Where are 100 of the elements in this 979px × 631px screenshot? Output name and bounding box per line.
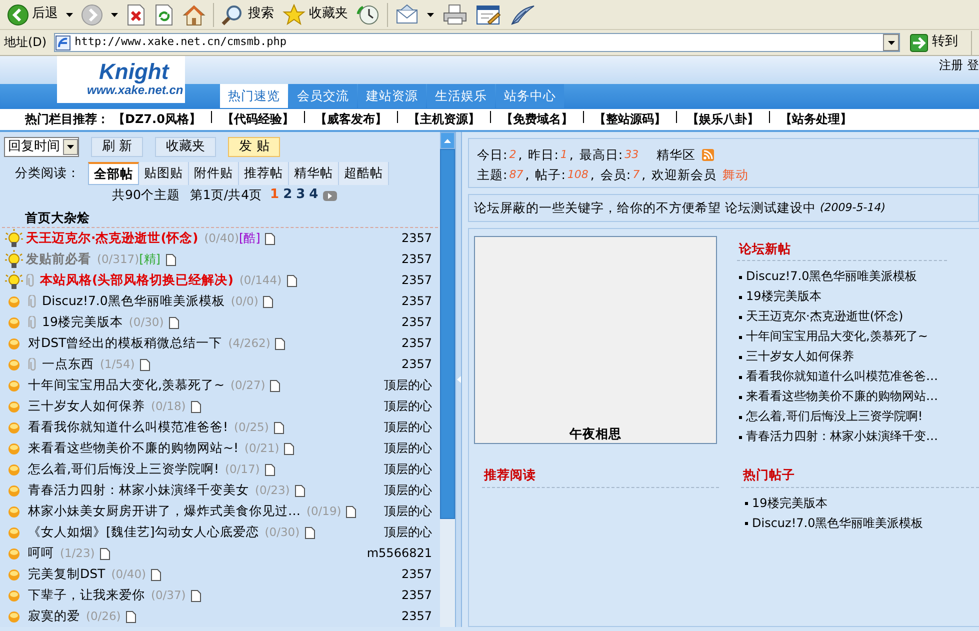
page-icon xyxy=(151,568,162,580)
author-name: 顶层的心 xyxy=(384,378,432,394)
post-link[interactable]: Discuz!7.0黑色华丽唯美派模板 xyxy=(752,516,924,532)
thread-title-link[interactable]: 19楼完美版本 xyxy=(42,314,123,331)
post-link[interactable]: 看看我你就知道什么叫模范准爸爸… xyxy=(746,369,938,386)
thread-title-link[interactable]: 林家小妹美女厨房开讲了，爆炸式美食你见过… xyxy=(28,503,300,520)
category-link[interactable]: 【威客发布】 xyxy=(314,112,387,128)
comma-separator: , xyxy=(518,146,522,164)
search-button[interactable]: 搜索 xyxy=(217,0,278,28)
page-icon xyxy=(275,338,286,350)
reply-view-count: (1/54) xyxy=(100,357,135,372)
thread-title-link[interactable]: Discuz!7.0黑色华丽唯美派模板 xyxy=(42,293,225,310)
dropdown-button[interactable] xyxy=(883,34,899,51)
reply-view-count: (1/23) xyxy=(60,546,95,561)
toolbar-button[interactable]: 收藏夹 xyxy=(155,137,216,157)
post-link[interactable]: 19楼完美版本 xyxy=(752,496,828,512)
post-link[interactable]: 青春活力四射：林家小妹演绎千变… xyxy=(746,429,938,446)
category-link[interactable]: 【整站源码】 xyxy=(594,112,666,128)
toolbar-button[interactable]: 刷 新 xyxy=(91,137,144,157)
thread-title-link[interactable]: 呵呵 xyxy=(28,545,54,562)
caret-icon xyxy=(67,145,74,149)
comma-separator: , xyxy=(569,146,574,164)
scrollbar[interactable] xyxy=(440,132,455,627)
post-link[interactable]: 怎么着,哥们后悔没上三资学院啊! xyxy=(746,409,923,426)
thread-title-link[interactable]: 看看我你就知道什么叫模范准爸爸! xyxy=(28,419,228,436)
favorites-button[interactable]: 收藏夹 xyxy=(278,0,352,28)
dot-icon xyxy=(8,548,20,560)
digest-link[interactable]: 精华区 xyxy=(656,146,696,164)
dot-icon xyxy=(8,484,20,496)
post-link[interactable]: 三十岁女人如何保养 xyxy=(746,349,854,366)
splitter-handle[interactable] xyxy=(455,132,462,627)
page-link[interactable]: 2 xyxy=(281,187,294,204)
dot-icon xyxy=(8,610,20,622)
sort-select[interactable]: 回复时间 xyxy=(4,137,79,157)
dot-icon xyxy=(8,568,20,580)
thread-title-link[interactable]: 三十岁女人如何保养 xyxy=(28,398,145,415)
page-icon xyxy=(286,274,297,286)
thread-title-link[interactable]: 对DST曾经出的模板稍微总结一下 xyxy=(28,335,222,352)
post-link[interactable]: 十年间宝宝用品大变化,羡慕死了~ xyxy=(746,329,928,346)
post-button[interactable]: 发 贴 xyxy=(228,137,280,157)
dot-icon xyxy=(8,590,20,602)
back-button[interactable]: 后退 xyxy=(3,0,77,28)
reply-view-count: (0/30) xyxy=(264,525,300,540)
thread-title-link[interactable]: 十年间宝宝用品大变化,羡慕死了~ xyxy=(28,377,224,394)
thread-title-link[interactable]: 怎么着,哥们后悔没上三资学院啊! xyxy=(28,461,219,478)
filter-tab[interactable]: 附件贴 xyxy=(189,162,239,185)
thread-title-link[interactable]: 寂寞的爱 xyxy=(28,608,80,625)
author-name: 2357 xyxy=(401,356,432,372)
post-link[interactable]: 19楼完美版本 xyxy=(746,289,822,306)
post-link[interactable]: Discuz!7.0黑色华丽唯美派模板 xyxy=(746,269,918,286)
thread-title-link[interactable]: 完美复制DST xyxy=(28,566,106,583)
thread-title-link[interactable]: 来看看这些物美价不廉的购物网站~! xyxy=(28,440,238,457)
bullet-icon xyxy=(739,436,742,439)
author-name: 顶层的心 xyxy=(384,440,432,456)
category-link[interactable]: 【站务处理】 xyxy=(780,112,852,128)
site-logo[interactable]: Knight www.xake.net.cn xyxy=(57,56,185,103)
register-link[interactable]: 注册 xyxy=(939,58,963,84)
page-link[interactable]: 4 xyxy=(307,187,320,204)
thread-title-link[interactable]: 本站风格(头部风格切换已经解决) xyxy=(40,272,234,289)
thread-title-link[interactable]: 天王迈克尔·杰克逊逝世(怀念) xyxy=(26,230,198,247)
author-name: m5566821 xyxy=(366,546,432,562)
page-icon xyxy=(284,442,294,454)
filter-tab[interactable]: 推荐帖 xyxy=(239,162,289,185)
dot-icon xyxy=(8,296,20,308)
filter-tab[interactable]: 贴图贴 xyxy=(139,162,189,185)
window-with-pencil-icon xyxy=(476,4,502,26)
post-link[interactable]: 天王迈克尔·杰克逊逝世(怀念) xyxy=(746,309,904,326)
reply-view-count: (0/27) xyxy=(230,378,266,393)
dot-icon xyxy=(8,464,20,476)
bullet-icon xyxy=(739,416,742,419)
thread-title-link[interactable]: 一点东西 xyxy=(42,356,94,373)
category-link[interactable]: 【免费域名】 xyxy=(500,112,573,128)
bullet-icon xyxy=(745,502,748,505)
filter-tab[interactable]: 全部帖 xyxy=(88,162,139,185)
category-link[interactable]: 【娱乐八卦】 xyxy=(686,112,759,128)
filter-tab[interactable]: 精华帖 xyxy=(289,162,339,185)
welcome-text: 欢迎新会员 xyxy=(652,166,717,184)
post-link[interactable]: 来看看这些物美价不廉的购物网站… xyxy=(746,389,938,406)
dot-icon xyxy=(8,422,20,434)
reply-view-count: (0/23) xyxy=(255,483,290,498)
login-link[interactable]: 登 xyxy=(967,58,979,84)
author-name: 顶层的心 xyxy=(384,524,432,540)
thread-title-link[interactable]: 《女人如烟》[魏佳艺]勾动女人心底爱恋 xyxy=(28,524,259,541)
notice-text: 论坛屏蔽的一些关键字，给你的不方便希望 论坛测试建设中 xyxy=(474,200,816,216)
stat-label: 昨日: xyxy=(528,146,558,164)
thread-title-link[interactable]: 青春活力四射：林家小妹演绎千变美女 xyxy=(28,482,249,499)
up-arrow-icon xyxy=(444,138,451,142)
filter-tab[interactable]: 超酷帖 xyxy=(339,162,389,185)
scrollbar-thumb[interactable] xyxy=(440,149,455,519)
address-field[interactable]: http://www.xake.net.cn/cmsmb.php xyxy=(54,33,900,52)
page-icon xyxy=(304,526,315,538)
thread-title-link[interactable]: 下辈子，让我来爱你 xyxy=(28,587,145,604)
next-page-button[interactable] xyxy=(320,190,338,200)
category-link[interactable]: 【主机资源】 xyxy=(408,112,480,128)
category-link[interactable]: 【代码经验】 xyxy=(222,112,294,128)
logo-text: Knight xyxy=(99,60,170,83)
nav-tab[interactable]: 热门速览 xyxy=(220,84,288,108)
category-link[interactable]: 【DZ7.0风格】 xyxy=(113,112,201,128)
page-link[interactable]: 3 xyxy=(294,187,308,204)
go-button[interactable]: 转到 xyxy=(904,34,964,52)
